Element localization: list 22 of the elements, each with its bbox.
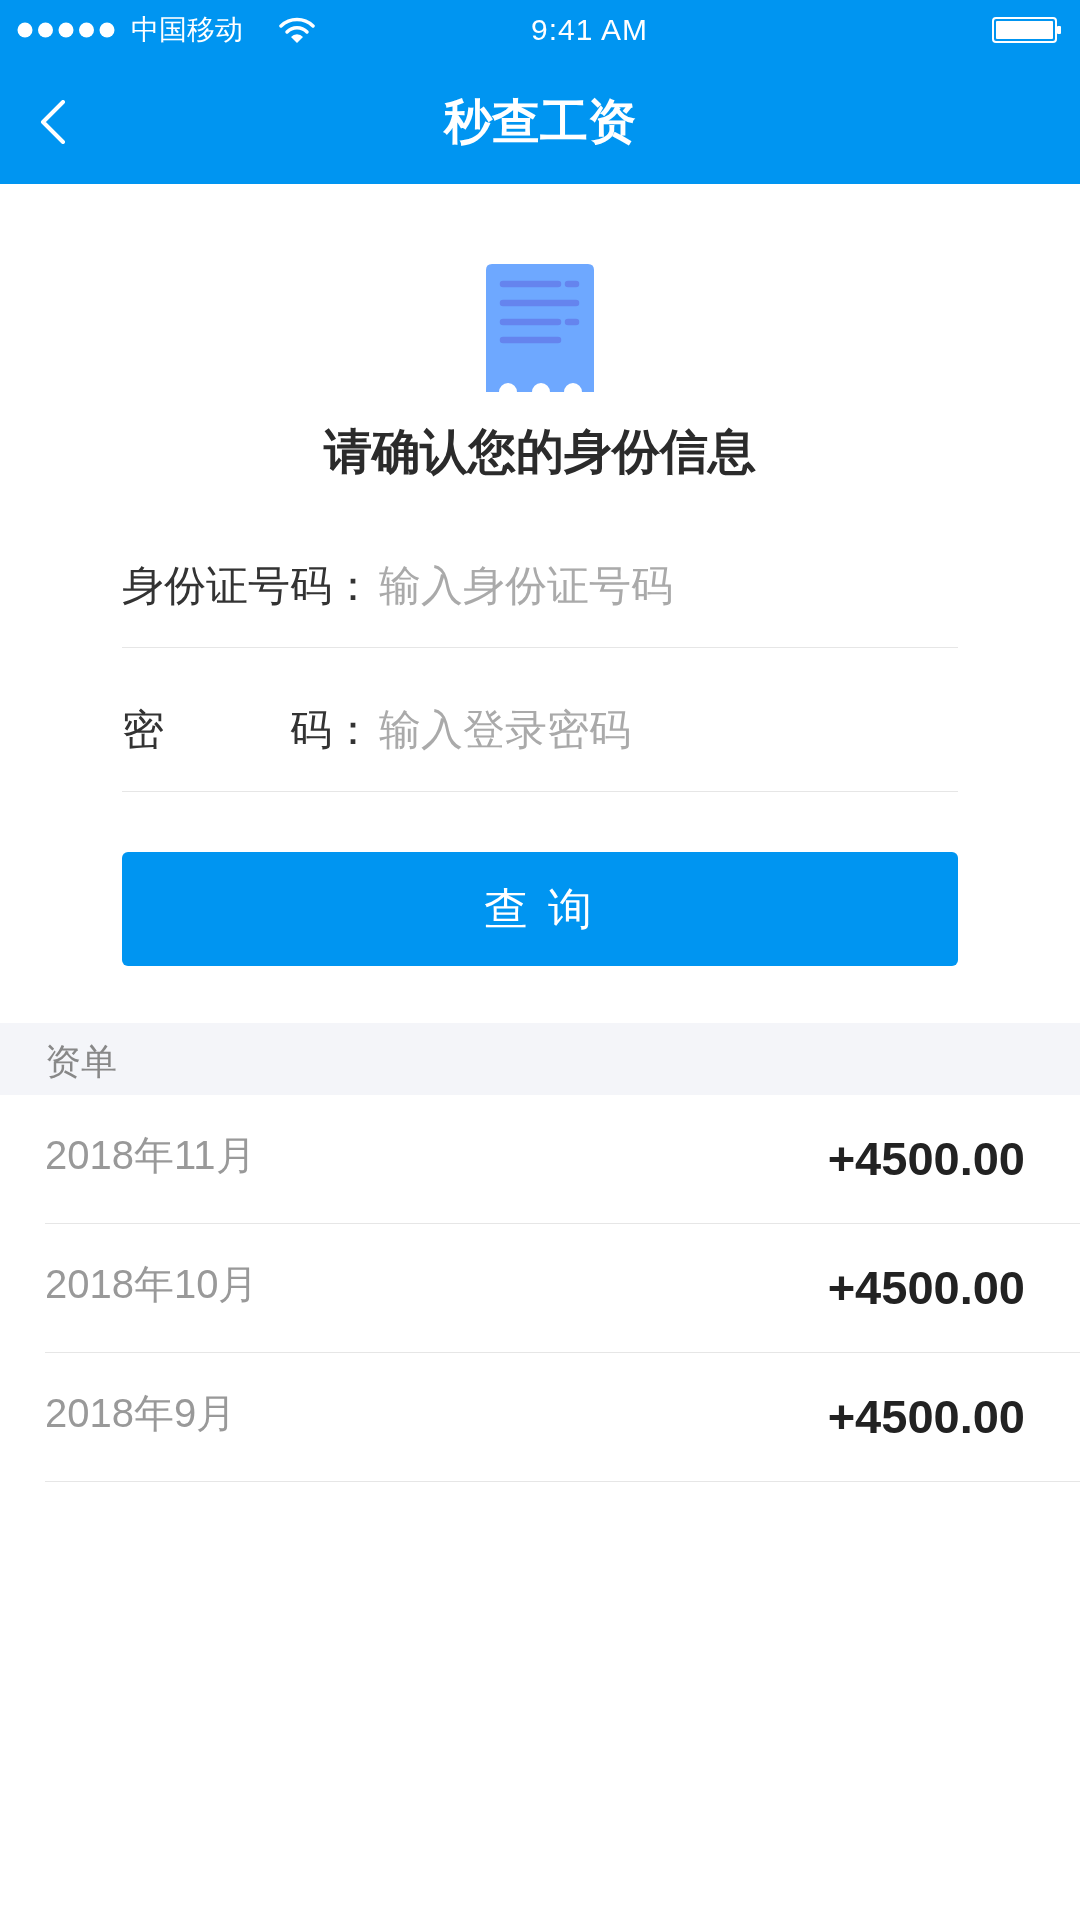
back-button[interactable] bbox=[40, 100, 66, 144]
battery-icon bbox=[992, 17, 1062, 43]
record-amount: +4500.00 bbox=[827, 1391, 1025, 1443]
receipt-icon bbox=[486, 264, 594, 392]
query-button[interactable]: 查 询 bbox=[122, 852, 958, 966]
record-month: 2018年10月 bbox=[45, 1261, 259, 1307]
record-amount: +4500.00 bbox=[827, 1262, 1025, 1314]
signal-icon bbox=[17, 22, 115, 38]
input-field[interactable]: 输入身份证号码 bbox=[379, 563, 958, 609]
record-month: 2018年9月 bbox=[45, 1390, 237, 1436]
section-title: 资单 bbox=[45, 1042, 117, 1082]
back-icon bbox=[40, 100, 66, 144]
status-time: 9:41 AM bbox=[531, 13, 649, 47]
form-heading: 请确认您的身份信息 bbox=[324, 424, 756, 480]
record-amount: +4500.00 bbox=[827, 1133, 1025, 1185]
field-label: 身份证号码： bbox=[122, 563, 375, 609]
input-field[interactable]: 输入登录密码 bbox=[379, 707, 958, 753]
record-month: 2018年11月 bbox=[45, 1132, 256, 1178]
carrier-name: 中国移动 bbox=[131, 14, 243, 46]
page-title: 秒查工资 bbox=[444, 94, 636, 150]
field-label: 密 码： bbox=[122, 707, 375, 753]
wifi-icon bbox=[279, 17, 315, 43]
